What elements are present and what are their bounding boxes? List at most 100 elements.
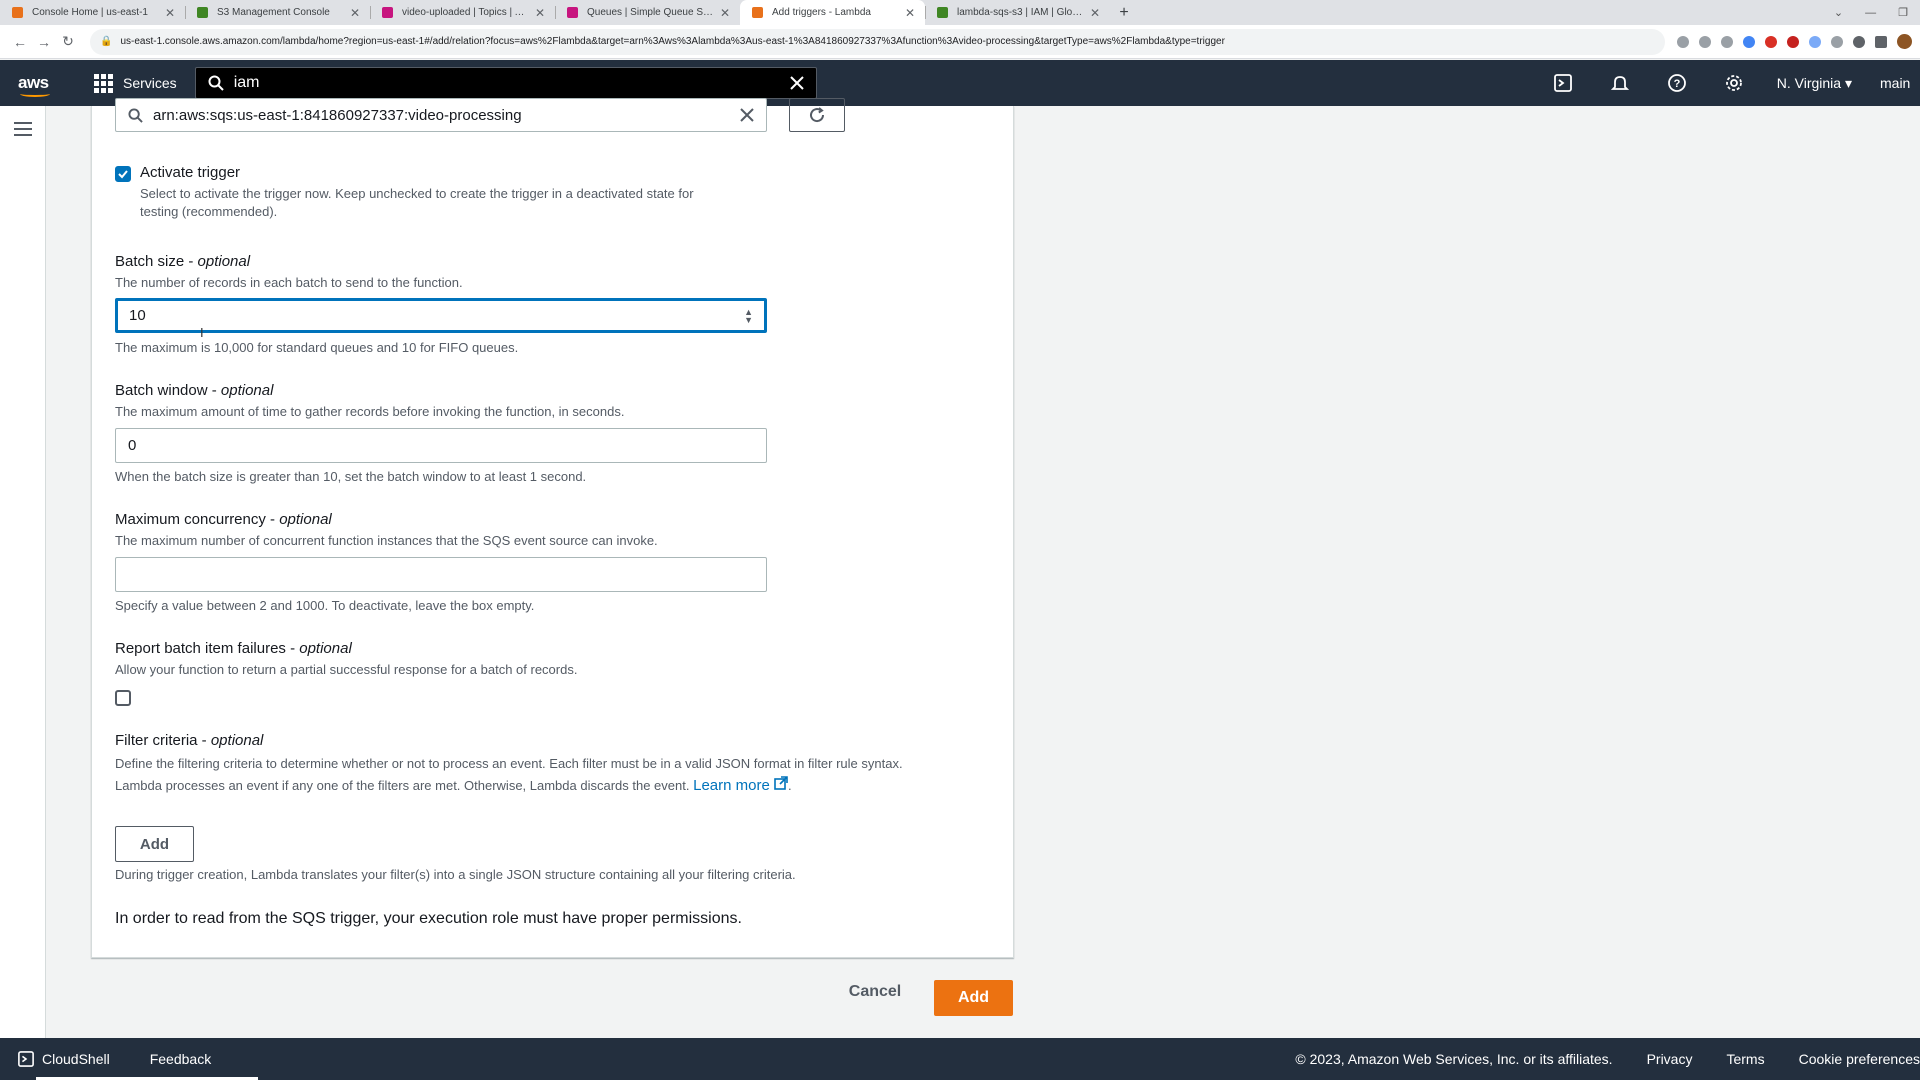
clear-search-icon[interactable] xyxy=(789,76,804,90)
forward-arrow-icon[interactable]: → xyxy=(32,34,56,50)
share-icon[interactable] xyxy=(1699,35,1711,48)
privacy-link[interactable]: Privacy xyxy=(1647,1051,1693,1067)
zoom-icon[interactable] xyxy=(1677,35,1689,48)
max-concurrency-input[interactable] xyxy=(115,557,767,592)
desc-line: testing (recommended). xyxy=(140,204,278,219)
restore-icon[interactable]: ❐ xyxy=(1898,6,1908,19)
browser-tab[interactable]: S3 Management Console ✕ xyxy=(185,0,370,25)
iam-favicon-icon xyxy=(937,7,948,18)
browser-tab-active[interactable]: Add triggers - Lambda ✕ xyxy=(740,0,925,25)
batch-size-desc: The number of records in each batch to s… xyxy=(115,275,463,290)
number-stepper-icon[interactable]: ▲ ▼ xyxy=(744,307,753,324)
tab-search-chevron-icon[interactable]: ⌄ xyxy=(1834,6,1843,19)
tab-close-icon[interactable]: ✕ xyxy=(720,6,730,20)
learn-more-link[interactable]: Learn more xyxy=(693,776,788,794)
new-tab-plus-icon[interactable]: + xyxy=(1110,0,1138,25)
url-text: us-east-1.console.aws.amazon.com/lambda/… xyxy=(120,36,1225,47)
cloudshell-footer-button[interactable]: CloudShell xyxy=(18,1051,110,1067)
activate-trigger-desc: Select to activate the trigger now. Keep… xyxy=(140,185,815,221)
services-grid-icon xyxy=(94,73,113,93)
sqs-favicon-icon xyxy=(567,7,578,18)
label-text: Report batch item failures - xyxy=(115,640,300,657)
add-filter-button[interactable]: Add xyxy=(115,826,194,862)
services-menu[interactable]: Services xyxy=(94,73,177,93)
max-concurrency-desc: The maximum number of concurrent functio… xyxy=(115,533,658,548)
browser-extensions xyxy=(1677,34,1912,49)
tab-close-icon[interactable]: ✕ xyxy=(535,6,545,20)
account-menu[interactable]: main xyxy=(1880,75,1920,91)
help-icon[interactable]: ? xyxy=(1649,74,1706,92)
browser-tab[interactable]: Queues | Simple Queue Service ✕ xyxy=(555,0,740,25)
window-controls: ⌄ — ❐ xyxy=(1822,0,1920,25)
report-failures-label: Report batch item failures - optional xyxy=(115,640,1015,657)
global-search[interactable]: iam xyxy=(194,67,817,99)
extension-icon[interactable] xyxy=(1765,35,1777,48)
browser-tab[interactable]: Console Home | us-east-1 ✕ xyxy=(0,0,185,25)
sqs-queue-input[interactable]: arn:aws:sqs:us-east-1:841860927337:video… xyxy=(115,98,767,132)
optional-text: optional xyxy=(220,382,274,399)
minimize-icon[interactable]: — xyxy=(1865,7,1876,19)
terms-link[interactable]: Terms xyxy=(1726,1051,1764,1067)
filter-criteria-desc: Define the filtering criteria to determi… xyxy=(115,753,1015,797)
max-concurrency-label: Maximum concurrency - optional xyxy=(115,511,1015,528)
optional-text: optional xyxy=(299,640,352,657)
browser-tab[interactable]: video-uploaded | Topics | Amazon ✕ xyxy=(370,0,555,25)
batch-window-input[interactable]: 0 xyxy=(115,428,767,463)
cookie-preferences-link[interactable]: Cookie preferences xyxy=(1799,1051,1920,1067)
checkmark-icon xyxy=(118,170,128,179)
side-navigation-rail xyxy=(0,106,46,1038)
tab-close-icon[interactable]: ✕ xyxy=(165,6,175,20)
footer-links: © 2023, Amazon Web Services, Inc. or its… xyxy=(1295,1051,1920,1067)
extension-icon[interactable] xyxy=(1831,35,1843,48)
bookmark-star-icon[interactable] xyxy=(1721,35,1733,48)
cancel-button[interactable]: Cancel xyxy=(848,983,902,1001)
extension-icon[interactable] xyxy=(1787,35,1799,48)
optional-text: optional xyxy=(210,732,264,749)
tab-label: lambda-sqs-s3 | IAM | Global xyxy=(957,7,1084,18)
notifications-bell-icon[interactable] xyxy=(1592,74,1649,92)
reload-icon[interactable]: ↻ xyxy=(56,33,80,50)
refresh-queues-button[interactable] xyxy=(789,98,845,132)
tab-label: S3 Management Console xyxy=(217,7,330,18)
batch-size-value: 10 xyxy=(129,307,146,324)
batch-size-input[interactable]: 10 ▲ ▼ xyxy=(115,298,767,333)
desc-line: Define the filtering criteria to determi… xyxy=(115,756,903,771)
learn-more-text: Learn more xyxy=(693,777,770,794)
region-selector[interactable]: N. Virginia ▾ xyxy=(1777,75,1852,92)
activate-trigger-checkbox[interactable] xyxy=(115,166,131,182)
url-field[interactable]: 🔒 us-east-1.console.aws.amazon.com/lambd… xyxy=(90,28,1665,55)
report-failures-desc: Allow your function to return a partial … xyxy=(115,662,578,677)
back-arrow-icon[interactable]: ← xyxy=(8,34,32,50)
browser-tab[interactable]: lambda-sqs-s3 | IAM | Global ✕ xyxy=(925,0,1110,25)
search-input[interactable]: iam xyxy=(234,74,790,92)
batch-window-desc: The maximum amount of time to gather rec… xyxy=(115,404,625,419)
caret-down-icon: ▾ xyxy=(1844,74,1852,91)
settings-gear-icon[interactable] xyxy=(1706,74,1763,92)
add-trigger-button[interactable]: Add xyxy=(934,980,1013,1016)
extension-icon[interactable] xyxy=(1743,35,1755,48)
profile-avatar[interactable] xyxy=(1897,34,1912,49)
tab-close-icon[interactable]: ✕ xyxy=(350,6,360,20)
sns-favicon-icon xyxy=(382,7,393,18)
copyright-text: © 2023, Amazon Web Services, Inc. or its… xyxy=(1295,1051,1613,1067)
hamburger-menu-icon[interactable] xyxy=(14,122,32,140)
label-text: Batch window - xyxy=(115,382,221,399)
clear-queue-icon[interactable] xyxy=(740,108,754,122)
tab-close-icon[interactable]: ✕ xyxy=(1090,6,1100,20)
feedback-link[interactable]: Feedback xyxy=(150,1051,211,1067)
desc-text: Lambda processes an event if any one of … xyxy=(115,778,690,793)
aws-logo[interactable]: aws xyxy=(18,73,78,97)
extension-icon[interactable] xyxy=(1809,35,1821,48)
optional-text: optional xyxy=(279,511,332,528)
s3-favicon-icon xyxy=(197,7,208,18)
cloudshell-icon[interactable] xyxy=(1535,74,1592,92)
refresh-icon xyxy=(810,107,825,123)
external-link-icon xyxy=(774,776,788,790)
aws-console-favicon-icon xyxy=(12,7,23,18)
report-failures-checkbox[interactable] xyxy=(115,690,131,706)
tab-close-icon[interactable]: ✕ xyxy=(905,6,915,20)
sidepanel-icon[interactable] xyxy=(1875,35,1887,48)
puzzle-extensions-icon[interactable] xyxy=(1853,35,1865,48)
sqs-queue-value: arn:aws:sqs:us-east-1:841860927337:video… xyxy=(153,106,522,124)
filter-criteria-label: Filter criteria - optional xyxy=(115,732,1015,749)
